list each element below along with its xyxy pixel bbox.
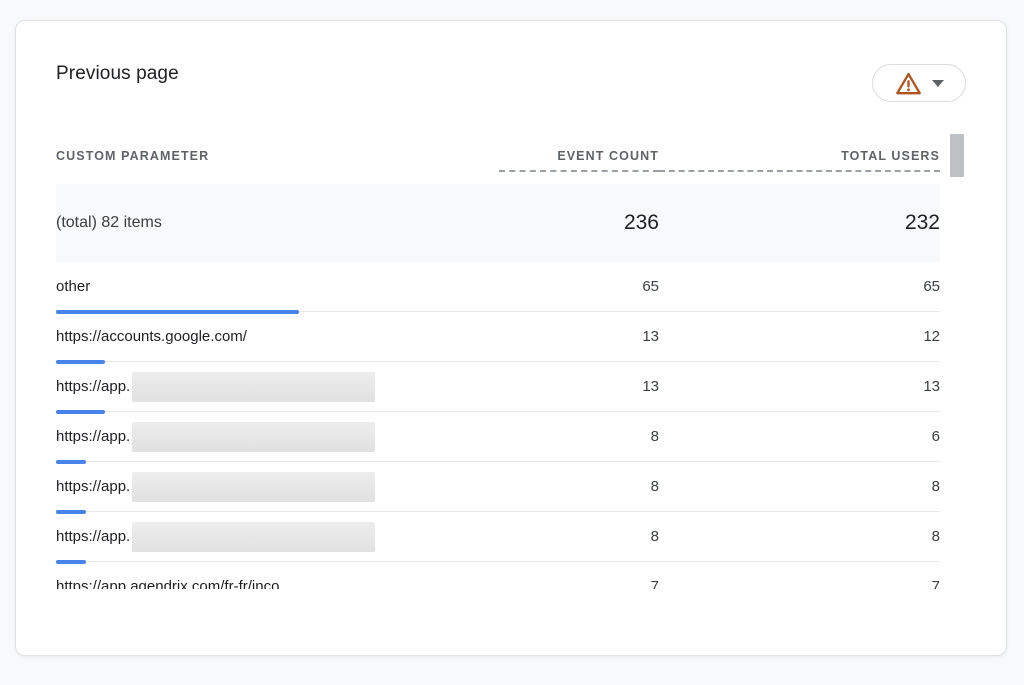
row-event-count: 13 [499,328,659,345]
row-total-users: 8 [659,478,940,495]
column-header-total-users[interactable]: TOTAL USERS [659,148,940,172]
redacted-text-placeholder [132,522,375,552]
row-parameter-cell: https://accounts.google.com/ [56,328,499,345]
total-row-label: (total) 82 items [56,214,499,232]
row-event-count: 13 [499,378,659,395]
row-parameter-cell: other [56,278,499,295]
total-users-count: 232 [659,211,940,235]
row-parameter: https://app. [56,378,130,395]
total-event-count: 236 [499,211,659,235]
row-parameter-cell: https://app.agendrix.com/fr-fr/inco [56,578,499,589]
previous-page-table: CUSTOM PARAMETER EVENT COUNT TOTAL USERS… [56,148,940,589]
row-total-users: 6 [659,428,940,445]
table-header-row: CUSTOM PARAMETER EVENT COUNT TOTAL USERS [56,148,940,172]
row-parameter: https://app. [56,478,130,495]
warning-dropdown-button[interactable] [872,64,966,102]
table-row: https://app.agendrix.com/fr-fr/inco 7 7 [56,562,940,589]
column-header-custom-parameter[interactable]: CUSTOM PARAMETER [56,148,499,172]
row-parameter: https://accounts.google.com/ [56,328,247,345]
previous-page-card: Previous page CUSTOM PARAMETER EVENT COU… [15,20,1007,656]
row-parameter-cell: https://app. [56,372,499,402]
row-total-users: 12 [659,328,940,345]
row-event-count: 8 [499,428,659,445]
warning-icon [895,70,922,97]
card-title: Previous page [56,61,179,87]
row-total-users: 8 [659,528,940,545]
chevron-down-icon [932,80,944,87]
row-parameter: https://app. [56,428,130,445]
table-row: https://app. 13 13 [56,362,940,412]
redacted-text-placeholder [132,372,375,402]
table-row: https://app. 8 8 [56,512,940,562]
row-event-count: 8 [499,528,659,545]
row-parameter: https://app. [56,528,130,545]
table-row: https://app. 8 6 [56,412,940,462]
card-header: Previous page [16,21,1006,102]
redacted-text-placeholder [132,422,375,452]
row-parameter-cell: https://app. [56,422,499,452]
table-row: https://app. 8 8 [56,462,940,512]
page: Previous page CUSTOM PARAMETER EVENT COU… [0,0,1024,685]
row-parameter-cell: https://app. [56,522,499,552]
table-body: other 65 65 https://accounts.google.com/… [56,262,940,589]
row-parameter: https://app.agendrix.com/fr-fr/inco [56,578,279,589]
scrollbar-thumb[interactable] [950,134,964,177]
row-total-users: 7 [659,578,940,589]
row-event-count: 8 [499,478,659,495]
table-row: other 65 65 [56,262,940,312]
row-event-count: 7 [499,578,659,589]
row-parameter: other [56,278,90,295]
table-row: https://accounts.google.com/ 13 12 [56,312,940,362]
row-event-count: 65 [499,278,659,295]
column-header-event-count[interactable]: EVENT COUNT [499,148,659,172]
row-parameter-cell: https://app. [56,472,499,502]
row-total-users: 13 [659,378,940,395]
total-row: (total) 82 items 236 232 [56,184,940,262]
row-total-users: 65 [659,278,940,295]
redacted-text-placeholder [132,472,375,502]
